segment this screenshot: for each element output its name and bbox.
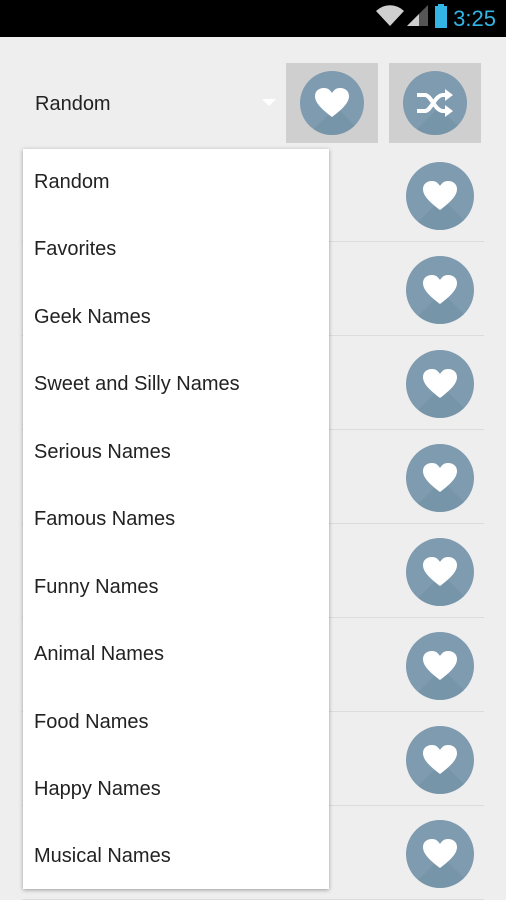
favorite-toggle-button[interactable]	[406, 350, 474, 418]
dropdown-item-animal-names[interactable]: Animal Names	[23, 621, 329, 688]
favorite-circle	[406, 350, 474, 418]
favorite-toggle-button[interactable]	[406, 256, 474, 324]
favorite-circle	[406, 444, 474, 512]
heart-icon	[315, 88, 349, 117]
favorite-toggle-button[interactable]	[406, 726, 474, 794]
dropdown-item-sweet-and-silly-names[interactable]: Sweet and Silly Names	[23, 351, 329, 418]
heart-icon	[423, 369, 457, 398]
dropdown-item-funny-names[interactable]: Funny Names	[23, 554, 329, 621]
favorites-circle	[300, 71, 364, 135]
heart-icon	[423, 651, 457, 680]
heart-icon	[423, 181, 457, 210]
dropdown-item-label: Sweet and Silly Names	[34, 373, 240, 395]
dropdown-item-famous-names[interactable]: Famous Names	[23, 486, 329, 553]
chevron-down-icon	[262, 99, 276, 106]
dropdown-item-label: Favorites	[34, 238, 117, 260]
favorite-circle	[406, 632, 474, 700]
favorite-circle	[406, 162, 474, 230]
category-spinner[interactable]: Random	[22, 86, 282, 122]
favorite-toggle-button[interactable]	[406, 162, 474, 230]
dropdown-item-label: Animal Names	[34, 643, 165, 665]
shuffle-circle	[403, 71, 467, 135]
favorite-circle	[406, 820, 474, 888]
dropdown-item-label: Happy Names	[34, 778, 161, 800]
dropdown-item-serious-names[interactable]: Serious Names	[23, 419, 329, 486]
battery-icon	[435, 4, 448, 33]
status-icons: 3:25	[375, 0, 506, 37]
favorite-circle	[406, 726, 474, 794]
status-time: 3:25	[453, 5, 496, 31]
dropdown-item-random[interactable]: Random	[23, 149, 329, 216]
dropdown-item-label: Geek Names	[34, 306, 151, 328]
status-bar: 3:25	[0, 0, 506, 37]
heart-icon	[423, 745, 457, 774]
favorite-circle	[406, 538, 474, 606]
heart-icon	[423, 463, 457, 492]
dropdown-item-label: Serious Names	[34, 441, 171, 463]
dropdown-item-favorites[interactable]: Favorites	[23, 216, 329, 283]
dropdown-item-geek-names[interactable]: Geek Names	[23, 284, 329, 351]
favorite-toggle-button[interactable]	[406, 444, 474, 512]
category-dropdown: Random Favorites Geek Names Sweet and Si…	[23, 149, 329, 889]
favorite-toggle-button[interactable]	[406, 538, 474, 606]
dropdown-item-musical-names[interactable]: Musical Names	[23, 823, 329, 890]
dropdown-item-label: Random	[34, 171, 110, 193]
spinner-selected-label: Random	[35, 93, 111, 115]
favorite-toggle-button[interactable]	[406, 632, 474, 700]
heart-icon	[423, 557, 457, 586]
dropdown-item-label: Food Names	[34, 711, 149, 733]
dropdown-item-label: Funny Names	[34, 576, 159, 598]
signal-icon	[407, 5, 429, 32]
heart-icon	[423, 275, 457, 304]
shuffle-button[interactable]	[389, 63, 481, 143]
dropdown-item-label: Musical Names	[34, 845, 171, 867]
shuffle-icon	[417, 89, 453, 117]
favorites-button[interactable]	[286, 63, 378, 143]
wifi-icon	[375, 5, 405, 32]
dropdown-item-label: Famous Names	[34, 508, 176, 530]
dropdown-item-food-names[interactable]: Food Names	[23, 689, 329, 756]
favorite-toggle-button[interactable]	[406, 820, 474, 888]
heart-icon	[423, 839, 457, 868]
dropdown-item-happy-names[interactable]: Happy Names	[23, 756, 329, 823]
favorite-circle	[406, 256, 474, 324]
